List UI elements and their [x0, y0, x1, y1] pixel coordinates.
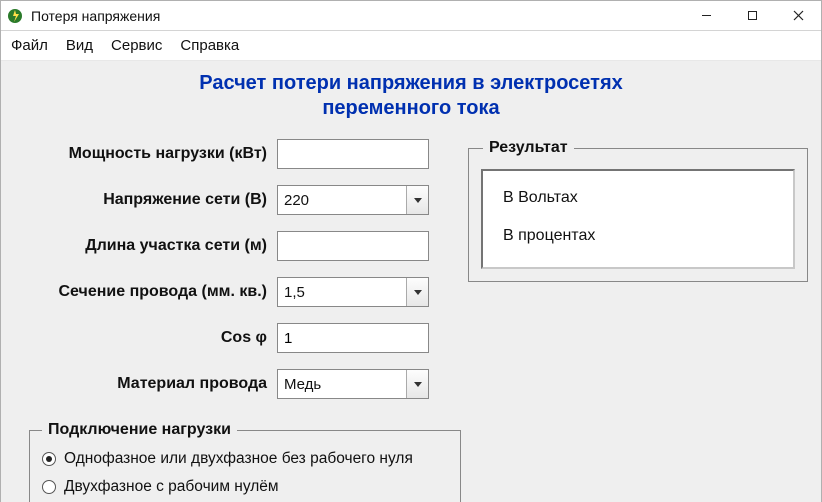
chevron-down-icon: [406, 186, 428, 214]
app-icon: [7, 8, 23, 24]
main-window: Потеря напряжения Файл Вид Сервис Справк…: [0, 0, 822, 502]
main-row: Мощность нагрузки (кВт) Напряжение сети …: [13, 139, 809, 415]
select-section-value: 1,5: [278, 284, 406, 301]
input-cosphi[interactable]: [278, 324, 428, 352]
close-button[interactable]: [775, 1, 821, 31]
connection-legend: Подключение нагрузки: [42, 421, 237, 439]
chevron-down-icon: [406, 370, 428, 398]
result-inner: В Вольтах В процентах: [481, 169, 795, 269]
connection-box: Подключение нагрузки Однофазное или двух…: [29, 421, 461, 502]
input-length-wrap: [277, 231, 429, 261]
content-area: Расчет потери напряжения в электросетях …: [1, 61, 821, 502]
input-power-wrap: [277, 139, 429, 169]
menu-service[interactable]: Сервис: [111, 37, 162, 54]
select-material-value: Медь: [278, 376, 406, 393]
result-box: Результат В Вольтах В процентах: [468, 139, 808, 282]
input-length[interactable]: [278, 232, 428, 260]
radio-label: Двухфазное с рабочим нулём: [64, 478, 279, 496]
result-percent: В процентах: [503, 227, 773, 245]
radio-label: Однофазное или двухфазное без рабочего н…: [64, 450, 413, 468]
label-cosphi: Cos φ: [13, 329, 277, 347]
result-volts: В Вольтах: [503, 189, 773, 207]
row-material: Материал провода Медь: [13, 369, 448, 399]
radio-icon: [42, 452, 56, 466]
row-length: Длина участка сети (м): [13, 231, 448, 261]
radio-two-phase[interactable]: Двухфазное с рабочим нулём: [42, 473, 448, 501]
select-voltage[interactable]: 220: [277, 185, 429, 215]
minimize-button[interactable]: [683, 1, 729, 31]
label-material: Материал провода: [13, 375, 277, 393]
select-voltage-value: 220: [278, 192, 406, 209]
label-section: Сечение провода (мм. кв.): [13, 283, 277, 301]
select-material[interactable]: Медь: [277, 369, 429, 399]
label-power: Мощность нагрузки (кВт): [13, 145, 277, 163]
input-cosphi-wrap: [277, 323, 429, 353]
select-section[interactable]: 1,5: [277, 277, 429, 307]
label-length: Длина участка сети (м): [13, 237, 277, 255]
heading-line1: Расчет потери напряжения в электросетях: [13, 71, 809, 96]
window-buttons: [683, 1, 821, 31]
chevron-down-icon: [406, 278, 428, 306]
heading-line2: переменного тока: [13, 96, 809, 121]
menu-view[interactable]: Вид: [66, 37, 93, 54]
label-voltage: Напряжение сети (В): [13, 191, 277, 209]
menubar: Файл Вид Сервис Справка: [1, 31, 821, 61]
page-title: Расчет потери напряжения в электросетях …: [13, 71, 809, 121]
menu-file[interactable]: Файл: [11, 37, 48, 54]
maximize-button[interactable]: [729, 1, 775, 31]
row-section: Сечение провода (мм. кв.) 1,5: [13, 277, 448, 307]
menu-help[interactable]: Справка: [180, 37, 239, 54]
titlebar: Потеря напряжения: [1, 1, 821, 31]
row-voltage: Напряжение сети (В) 220: [13, 185, 448, 215]
radio-icon: [42, 480, 56, 494]
radio-single-phase[interactable]: Однофазное или двухфазное без рабочего н…: [42, 445, 448, 473]
row-power: Мощность нагрузки (кВт): [13, 139, 448, 169]
row-cosphi: Cos φ: [13, 323, 448, 353]
window-title: Потеря напряжения: [31, 8, 683, 24]
result-legend: Результат: [483, 139, 574, 157]
result-side: Результат В Вольтах В процентах: [468, 139, 808, 282]
form-side: Мощность нагрузки (кВт) Напряжение сети …: [13, 139, 448, 415]
input-power[interactable]: [278, 140, 428, 168]
